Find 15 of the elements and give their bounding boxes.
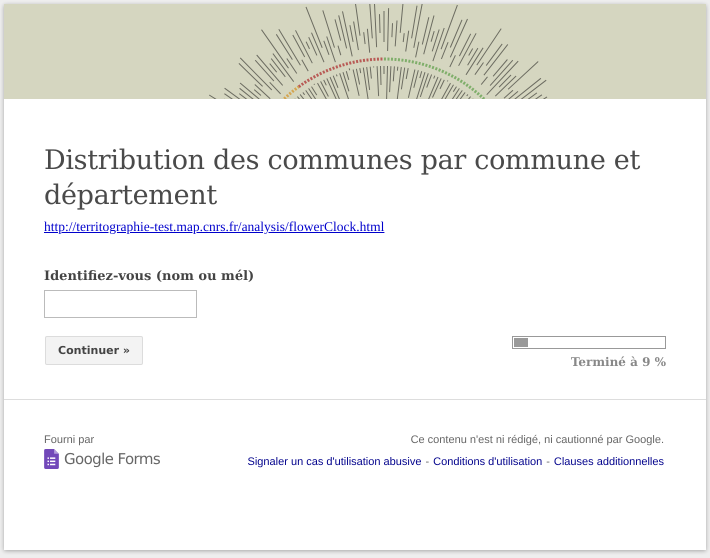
provided-by-label: Fourni par [44,434,96,446]
progress-label: Terminé à 9 % [570,355,666,369]
continue-button[interactable]: Continuer » [45,336,143,365]
google-forms-logo: Google Forms [64,450,160,468]
footer-link[interactable]: Conditions d'utilisation [433,456,542,468]
form-title: Distribution des communes par commune et département [44,144,642,213]
footer-link[interactable]: Clauses additionnelles [554,456,664,468]
question-label: Identifiez-vous (nom ou mél) [44,269,256,284]
input-field[interactable] [44,290,197,318]
form-link[interactable]: http://territographie-test.map.cnrs.fr/analysis/flowerClock.html [44,219,666,235]
forms-icon [44,449,59,469]
separator: - [546,456,550,468]
footer-link[interactable]: Signaler un cas d'utilisation abusive [248,456,422,468]
separator: - [425,456,430,468]
disclaimer-text: Ce contenu n'est ni rédigé, ni cautionné par Google. [410,434,664,446]
